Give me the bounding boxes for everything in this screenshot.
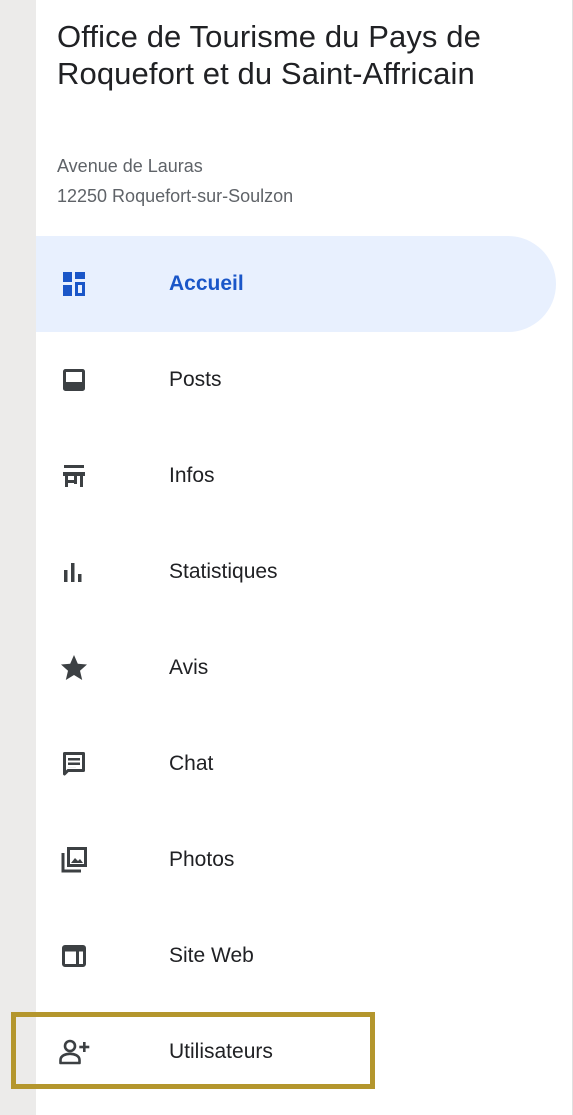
nav-label-avis: Avis — [169, 656, 209, 679]
nav-label-infos: Infos — [169, 464, 215, 487]
dashboard-icon — [56, 266, 92, 302]
add-user-icon — [56, 1034, 92, 1070]
nav-item-chat[interactable]: Chat — [36, 716, 556, 812]
nav-item-site-web[interactable]: Site Web — [36, 908, 556, 1004]
nav-item-infos[interactable]: Infos — [36, 428, 556, 524]
nav-item-posts[interactable]: Posts — [36, 332, 556, 428]
website-icon — [56, 938, 92, 974]
photos-icon — [56, 842, 92, 878]
nav-item-utilisateurs[interactable]: Utilisateurs — [36, 1004, 556, 1100]
business-name: Office de Tourisme du Pays de Roquefort … — [57, 19, 481, 91]
nav-label-statistiques: Statistiques — [169, 560, 278, 583]
nav-label-utilisateurs: Utilisateurs — [169, 1040, 273, 1063]
address-line-1: Avenue de Lauras — [57, 156, 203, 176]
chat-icon — [56, 746, 92, 782]
nav-item-accueil[interactable]: Accueil — [36, 236, 556, 332]
nav-item-photos[interactable]: Photos — [36, 812, 556, 908]
sidebar-nav: Accueil Posts Infos Statistiques Avis Ch… — [36, 236, 556, 1100]
post-icon — [56, 362, 92, 398]
nav-label-chat: Chat — [169, 752, 214, 775]
nav-item-avis[interactable]: Avis — [36, 620, 556, 716]
left-gutter — [0, 0, 36, 1115]
nav-label-site-web: Site Web — [169, 944, 254, 967]
nav-item-statistiques[interactable]: Statistiques — [36, 524, 556, 620]
address-line-2: 12250 Roquefort-sur-Soulzon — [57, 186, 294, 206]
star-icon — [56, 650, 92, 686]
storefront-icon — [56, 458, 92, 494]
nav-label-photos: Photos — [169, 848, 235, 871]
business-address: Avenue de Lauras 12250 Roquefort-sur-Sou… — [57, 151, 293, 211]
nav-label-posts: Posts — [169, 368, 222, 391]
bar-chart-icon — [56, 554, 92, 590]
nav-label-accueil: Accueil — [169, 272, 244, 295]
